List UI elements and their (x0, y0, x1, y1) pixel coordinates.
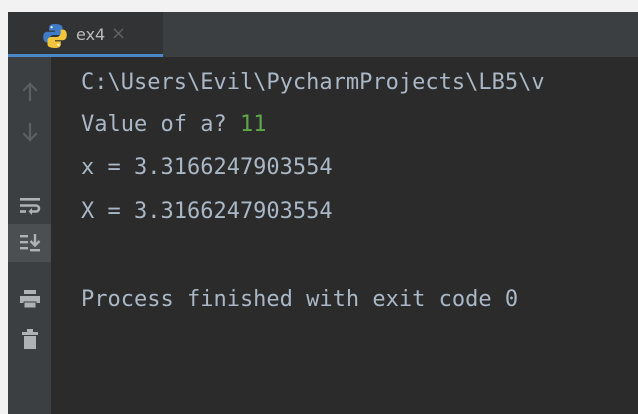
python-icon (43, 24, 67, 48)
print-icon (19, 290, 40, 309)
down-stack-button[interactable] (8, 113, 51, 151)
tab-label: ex4 (76, 25, 106, 44)
scroll-to-end-icon (19, 234, 40, 252)
clear-all-button[interactable] (8, 320, 51, 358)
up-arrow-icon (21, 82, 38, 102)
window-edge-left (0, 0, 8, 414)
exit-message-line: Process finished with exit code 0 (81, 287, 519, 312)
output-line-x-upper: X = 3.3166247903554 (81, 199, 333, 224)
print-button[interactable] (8, 280, 51, 318)
scroll-to-end-button[interactable] (8, 224, 51, 262)
input-prompt-line: Value of a? 11 (81, 110, 266, 140)
console-toolbar (8, 57, 51, 414)
tab-ex4[interactable]: ex4 × (8, 12, 163, 57)
output-line-x-lower: x = 3.3166247903554 (81, 155, 333, 180)
trash-icon (21, 329, 38, 349)
soft-wrap-button[interactable] (8, 187, 51, 225)
prompt-text: Value of a? (81, 112, 240, 137)
up-stack-button[interactable] (8, 73, 51, 111)
console-output[interactable]: C:\Users\Evil\PycharmProjects\LB5\v Valu… (51, 57, 638, 414)
down-arrow-icon (21, 122, 38, 142)
close-icon[interactable]: × (111, 23, 126, 44)
window-edge-top (0, 0, 638, 12)
command-path-line: C:\Users\Evil\PycharmProjects\LB5\v (81, 70, 545, 95)
run-tab-bar: ex4 × (8, 12, 638, 57)
user-input-value: 11 (239, 112, 267, 137)
soft-wrap-icon (19, 198, 40, 215)
run-tool-window: ex4 × C:\Users\Evil\PycharmProjects\LB5\… (0, 0, 638, 414)
